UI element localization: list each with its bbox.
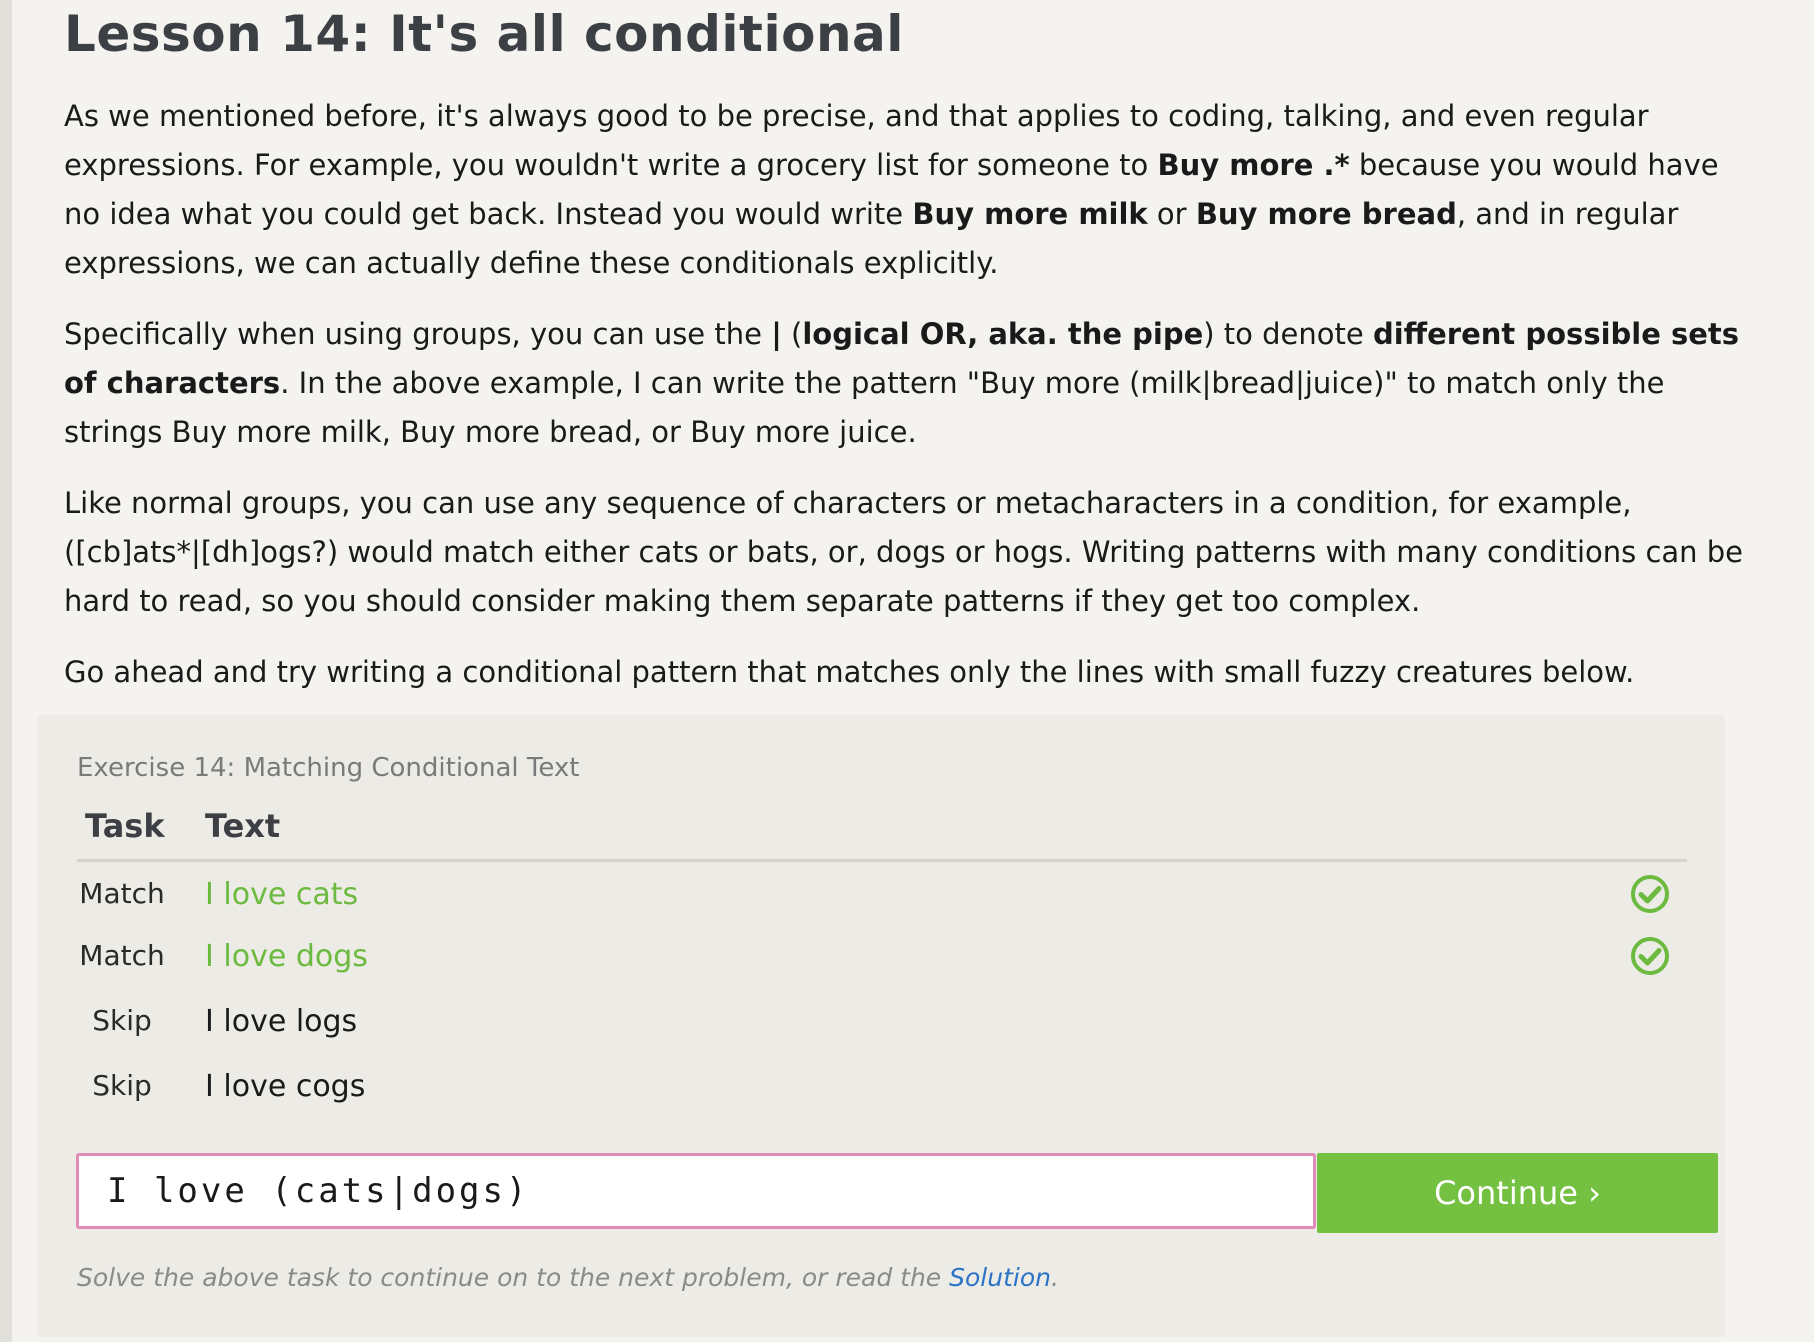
bold-text: Buy more .* bbox=[1157, 148, 1350, 182]
regex-input[interactable] bbox=[76, 1153, 1316, 1229]
lesson-paragraph-2: Specifically when using groups, you can … bbox=[64, 310, 1754, 457]
lesson-paragraph-4: Go ahead and try writing a conditional p… bbox=[64, 648, 1754, 697]
check-circle-icon bbox=[1629, 873, 1671, 915]
exercise-table-header: Task Text bbox=[77, 807, 1687, 862]
bold-text: | bbox=[771, 317, 782, 351]
row-text: I love logs bbox=[205, 1004, 358, 1039]
column-header-task: Task bbox=[85, 807, 165, 845]
row-text: I love cogs bbox=[205, 1069, 366, 1104]
check-circle-icon bbox=[1629, 935, 1671, 977]
hint-text: Solve the above task to continue on to t… bbox=[77, 1263, 1059, 1292]
row-task: Match bbox=[79, 939, 165, 972]
table-row: Match I love cats bbox=[77, 865, 1687, 925]
hint-suffix: . bbox=[1050, 1263, 1059, 1292]
lesson-paragraph-3: Like normal groups, you can use any sequ… bbox=[64, 479, 1754, 626]
row-text: I love cats bbox=[205, 877, 359, 912]
bold-text: Buy more milk bbox=[912, 197, 1148, 231]
text-run: ) to denote bbox=[1203, 317, 1373, 351]
text-run: ( bbox=[781, 317, 803, 351]
row-task: Match bbox=[79, 877, 165, 910]
exercise-panel: Exercise 14: Matching Conditional Text T… bbox=[37, 715, 1725, 1337]
solution-link[interactable]: Solution bbox=[949, 1263, 1051, 1292]
column-header-text: Text bbox=[205, 807, 281, 845]
row-text: I love dogs bbox=[205, 939, 368, 974]
continue-button[interactable]: Continue › bbox=[1317, 1153, 1718, 1233]
row-task: Skip bbox=[92, 1004, 152, 1037]
left-margin-rule bbox=[0, 0, 12, 1342]
text-run: . In the above example, I can write the … bbox=[64, 366, 1665, 449]
hint-prefix: Solve the above task to continue on to t… bbox=[77, 1263, 950, 1292]
table-row: Match I love dogs bbox=[77, 927, 1687, 987]
exercise-title: Exercise 14: Matching Conditional Text bbox=[77, 753, 580, 783]
table-row: Skip I love logs bbox=[77, 992, 1687, 1052]
bold-text: Buy more bread bbox=[1195, 197, 1457, 231]
row-task: Skip bbox=[92, 1069, 152, 1102]
text-run: Go ahead and try writing a conditional p… bbox=[64, 655, 1635, 689]
lesson-title: Lesson 14: It's all conditional bbox=[64, 5, 904, 63]
text-run: or bbox=[1147, 197, 1196, 231]
text-run: Like normal groups, you can use any sequ… bbox=[64, 486, 1744, 618]
lesson-paragraph-1: As we mentioned before, it's always good… bbox=[64, 92, 1754, 288]
text-run: Specifically when using groups, you can … bbox=[64, 317, 772, 351]
lesson-content: Lesson 14: It's all conditional As we me… bbox=[64, 0, 1754, 697]
bold-text: logical OR, aka. the pipe bbox=[802, 317, 1204, 351]
table-row: Skip I love cogs bbox=[77, 1057, 1687, 1117]
